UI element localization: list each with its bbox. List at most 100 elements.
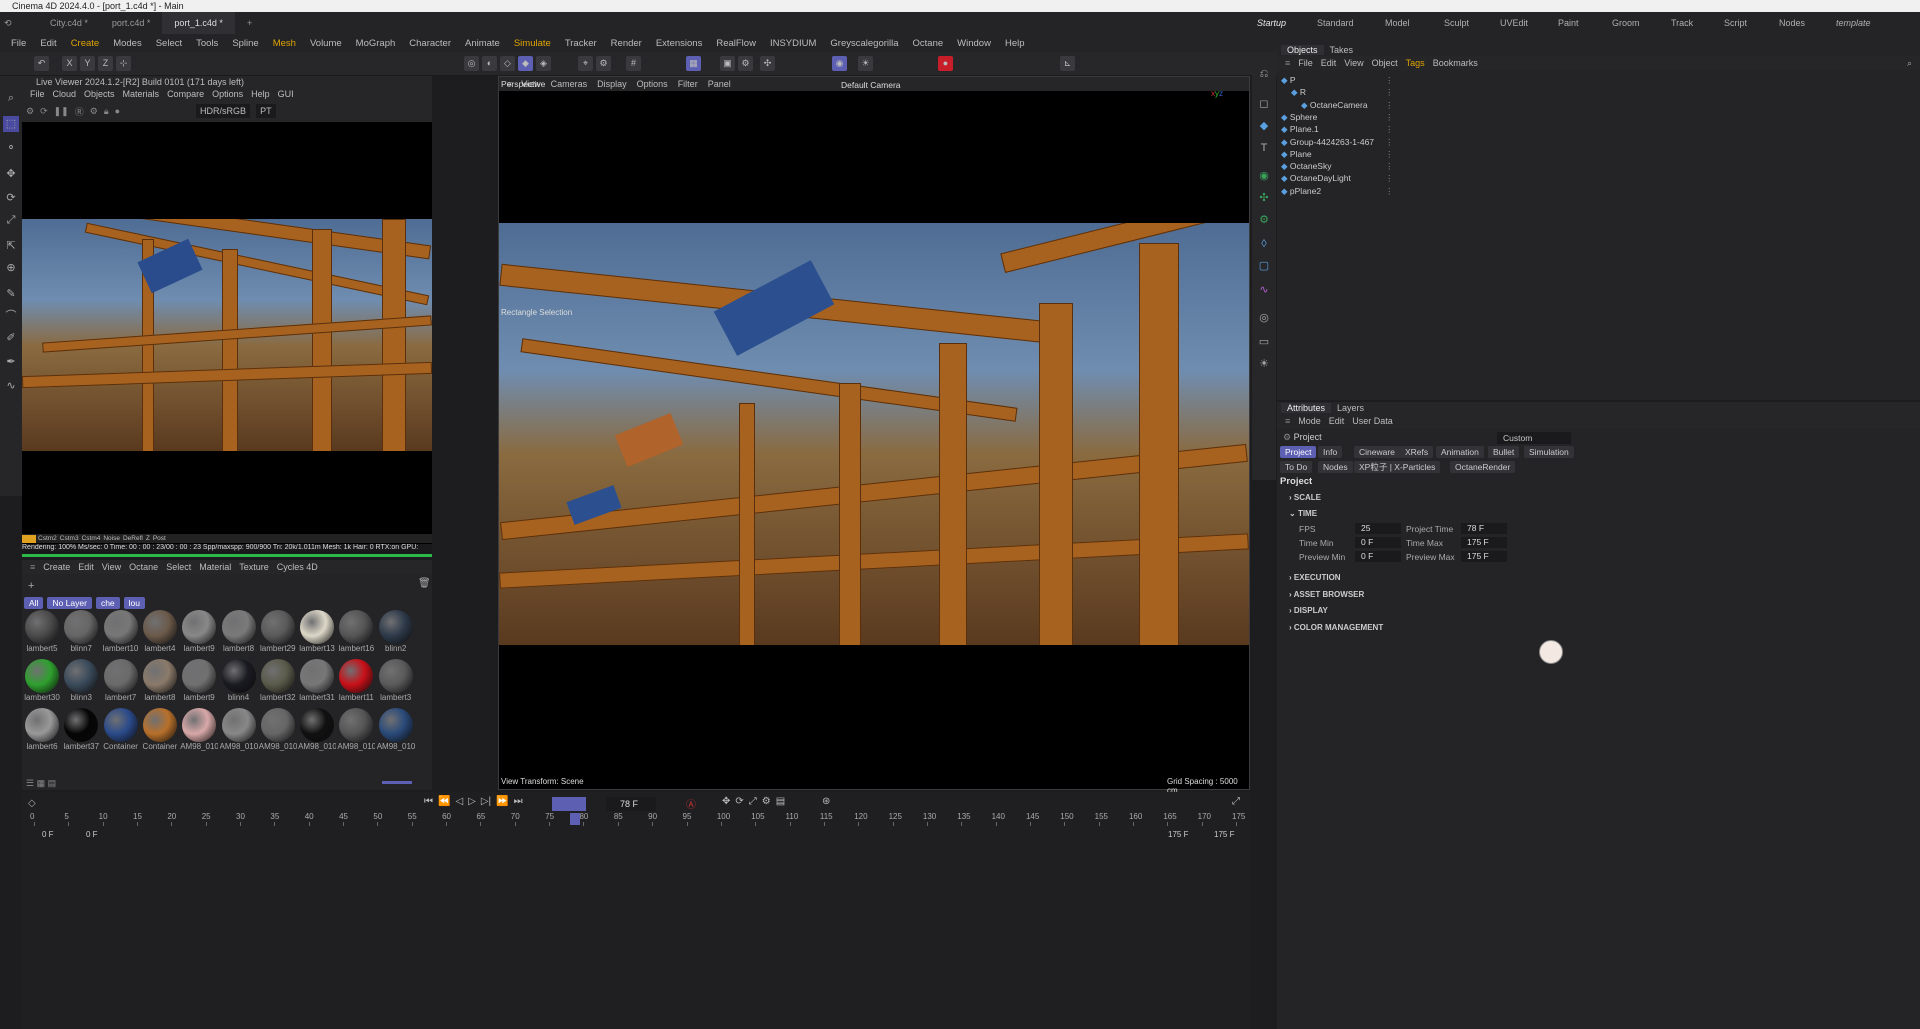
menu-select[interactable]: Select <box>149 38 189 49</box>
doc-tab-port[interactable]: port.c4d * <box>100 12 163 34</box>
octane-tools-icon[interactable]: ✣ <box>760 56 775 71</box>
layout-model[interactable]: Model <box>1385 12 1410 34</box>
select-tool-icon[interactable]: ⬚ <box>3 116 19 132</box>
section-execution[interactable]: › EXECUTION <box>1289 573 1341 582</box>
menu-spline[interactable]: Spline <box>225 38 265 49</box>
lv-channel-active[interactable] <box>22 534 36 543</box>
current-frame-field[interactable]: 78 F <box>606 797 656 811</box>
menu-mograph[interactable]: MoGraph <box>349 38 403 49</box>
filter-lou[interactable]: lou <box>123 597 146 609</box>
section-display[interactable]: › DISPLAY <box>1289 606 1328 615</box>
points-mode-icon[interactable]: ◐ <box>482 56 497 71</box>
menu-extensions[interactable]: Extensions <box>649 38 709 49</box>
menu-create[interactable]: Create <box>64 38 107 49</box>
material-swatch[interactable]: lambert31 <box>298 659 336 709</box>
obj-menu-file[interactable]: File <box>1294 58 1317 68</box>
layout-nodes[interactable]: Nodes <box>1779 12 1805 34</box>
goto-start-icon[interactable]: ⏮ <box>424 796 433 807</box>
material-swatch[interactable]: blinn4 <box>220 659 258 709</box>
obj-menu-edit[interactable]: Edit <box>1317 58 1341 68</box>
material-swatch[interactable]: lambert10 <box>102 610 140 660</box>
material-swatch[interactable]: lambert7 <box>102 659 140 709</box>
back-icon[interactable]: ⟲ <box>0 12 12 34</box>
max-frame-label[interactable]: 175 F <box>1214 830 1234 839</box>
scale-tool-icon[interactable]: ⤢ <box>3 212 19 228</box>
material-swatch[interactable]: lambert32 <box>259 659 297 709</box>
attr-tab[interactable]: Bullet <box>1488 446 1520 458</box>
mat-menu-create[interactable]: Create <box>39 562 74 572</box>
layout-sculpt[interactable]: Sculpt <box>1444 12 1469 34</box>
section-scale[interactable]: › SCALE <box>1289 493 1321 502</box>
material-swatch[interactable]: lambert16 <box>337 610 375 660</box>
material-swatch[interactable]: AM98_010 <box>180 708 218 758</box>
model-mode-icon[interactable]: ◎ <box>464 56 479 71</box>
mat-menu-edit[interactable]: Edit <box>74 562 98 572</box>
lv-menu-materials[interactable]: Materials <box>119 89 164 99</box>
spline-gen-icon[interactable]: ∿ <box>1256 282 1272 298</box>
playhead[interactable] <box>570 813 580 825</box>
move-tool-icon[interactable]: ✥ <box>3 166 19 182</box>
layout-startup[interactable]: Startup <box>1257 12 1286 34</box>
mat-menu-octane[interactable]: Octane <box>125 562 162 572</box>
section-asset-browser[interactable]: › ASSET BROWSER <box>1289 590 1364 599</box>
material-swatch[interactable]: AM98_010 <box>298 708 336 758</box>
menu-edit[interactable]: Edit <box>33 38 63 49</box>
timeline-ruler[interactable]: 0 5 10 15 20 25 30 35 40 45 50 55 60 65 70 75 80 85 90 95 10… <box>22 812 1250 826</box>
attr-menu-mode[interactable]: Mode <box>1294 416 1325 426</box>
material-swatch[interactable]: lambert30 <box>23 659 61 709</box>
object-row[interactable]: ◆ OctaneCamera ⋮ <box>1277 99 1917 111</box>
attr-tab[interactable]: Nodes <box>1318 461 1353 473</box>
move-key-icon[interactable]: ✥ <box>722 796 730 807</box>
layout-uvedit[interactable]: UVEdit <box>1500 12 1528 34</box>
filter-che[interactable]: che <box>95 597 120 609</box>
lv-region-icon[interactable]: Ⓡ <box>75 105 84 118</box>
time-min-field[interactable]: 0 F <box>1355 537 1401 548</box>
deformer-icon[interactable]: ◊ <box>1256 236 1272 252</box>
vp-menu-panel[interactable]: Panel <box>703 79 736 89</box>
section-color-management[interactable]: › COLOR MANAGEMENT <box>1289 623 1383 632</box>
material-swatch[interactable]: blinn3 <box>62 659 100 709</box>
attr-tab[interactable]: Cineware <box>1354 446 1400 458</box>
lv-tab-cstm2[interactable]: Cstm2 <box>38 535 57 542</box>
filter-no-layer[interactable]: No Layer <box>47 597 92 609</box>
object-row[interactable]: ◆ Plane ⋮ <box>1277 148 1917 160</box>
octane-live-icon[interactable]: ◉ <box>832 56 847 71</box>
material-swatch[interactable]: lambert29 <box>259 610 297 660</box>
object-row[interactable]: ◆ OctaneSky ⋮ <box>1277 160 1917 172</box>
lv-restart-icon[interactable]: ⟳ <box>40 106 48 117</box>
material-swatch[interactable]: lambert37 <box>62 708 100 758</box>
ruler-icon[interactable]: ⊾ <box>1060 56 1075 71</box>
obj-menu-view[interactable]: View <box>1340 58 1367 68</box>
material-swatch[interactable]: AM98_010 <box>220 708 258 758</box>
keyframe-icon[interactable]: ◇ <box>28 798 36 809</box>
play-icon[interactable]: ▷ <box>468 796 476 807</box>
search-icon[interactable]: ⌕ <box>3 90 19 106</box>
material-swatch[interactable]: lambert8 <box>220 610 258 660</box>
lv-menu-cloud[interactable]: Cloud <box>49 89 81 99</box>
prev-key-icon[interactable]: ⏪ <box>438 796 450 807</box>
mat-menu-material[interactable]: Material <box>195 562 235 572</box>
visibility-dots-icon[interactable]: ⋮ <box>1385 185 1394 197</box>
add-material-icon[interactable]: + <box>28 580 34 592</box>
menu-render[interactable]: Render <box>604 38 649 49</box>
list-view-icon[interactable]: ☰ ▦ ▤ <box>26 778 56 789</box>
workplane-icon[interactable]: ▦ <box>686 56 701 71</box>
visibility-dots-icon[interactable]: ⋮ <box>1385 160 1394 172</box>
material-swatch[interactable]: AM98_010 <box>377 708 415 758</box>
attr-tab[interactable]: XP粒子 | X-Particles <box>1354 461 1441 473</box>
attr-tab[interactable]: Animation <box>1436 446 1484 458</box>
spline-tool-icon[interactable]: ∿ <box>3 378 19 394</box>
knife-tool-icon[interactable]: ✎ <box>3 286 19 302</box>
attr-tab[interactable]: To Do <box>1280 461 1313 473</box>
live-viewer-render[interactable] <box>22 219 432 451</box>
lv-menu-file[interactable]: File <box>26 89 49 99</box>
material-swatch[interactable]: lambert13 <box>298 610 336 660</box>
axis-tool-icon[interactable]: ⊕ <box>3 260 19 276</box>
lv-tab-cstm3[interactable]: Cstm3 <box>60 535 79 542</box>
lv-menu-compare[interactable]: Compare <box>163 89 208 99</box>
object-tool-icon[interactable]: ⎌ <box>1256 66 1272 82</box>
vp-menu-display[interactable]: Display <box>592 79 632 89</box>
attr-menu-user-data[interactable]: User Data <box>1348 416 1397 426</box>
menu-file[interactable]: File <box>4 38 33 49</box>
menu-volume[interactable]: Volume <box>303 38 349 49</box>
